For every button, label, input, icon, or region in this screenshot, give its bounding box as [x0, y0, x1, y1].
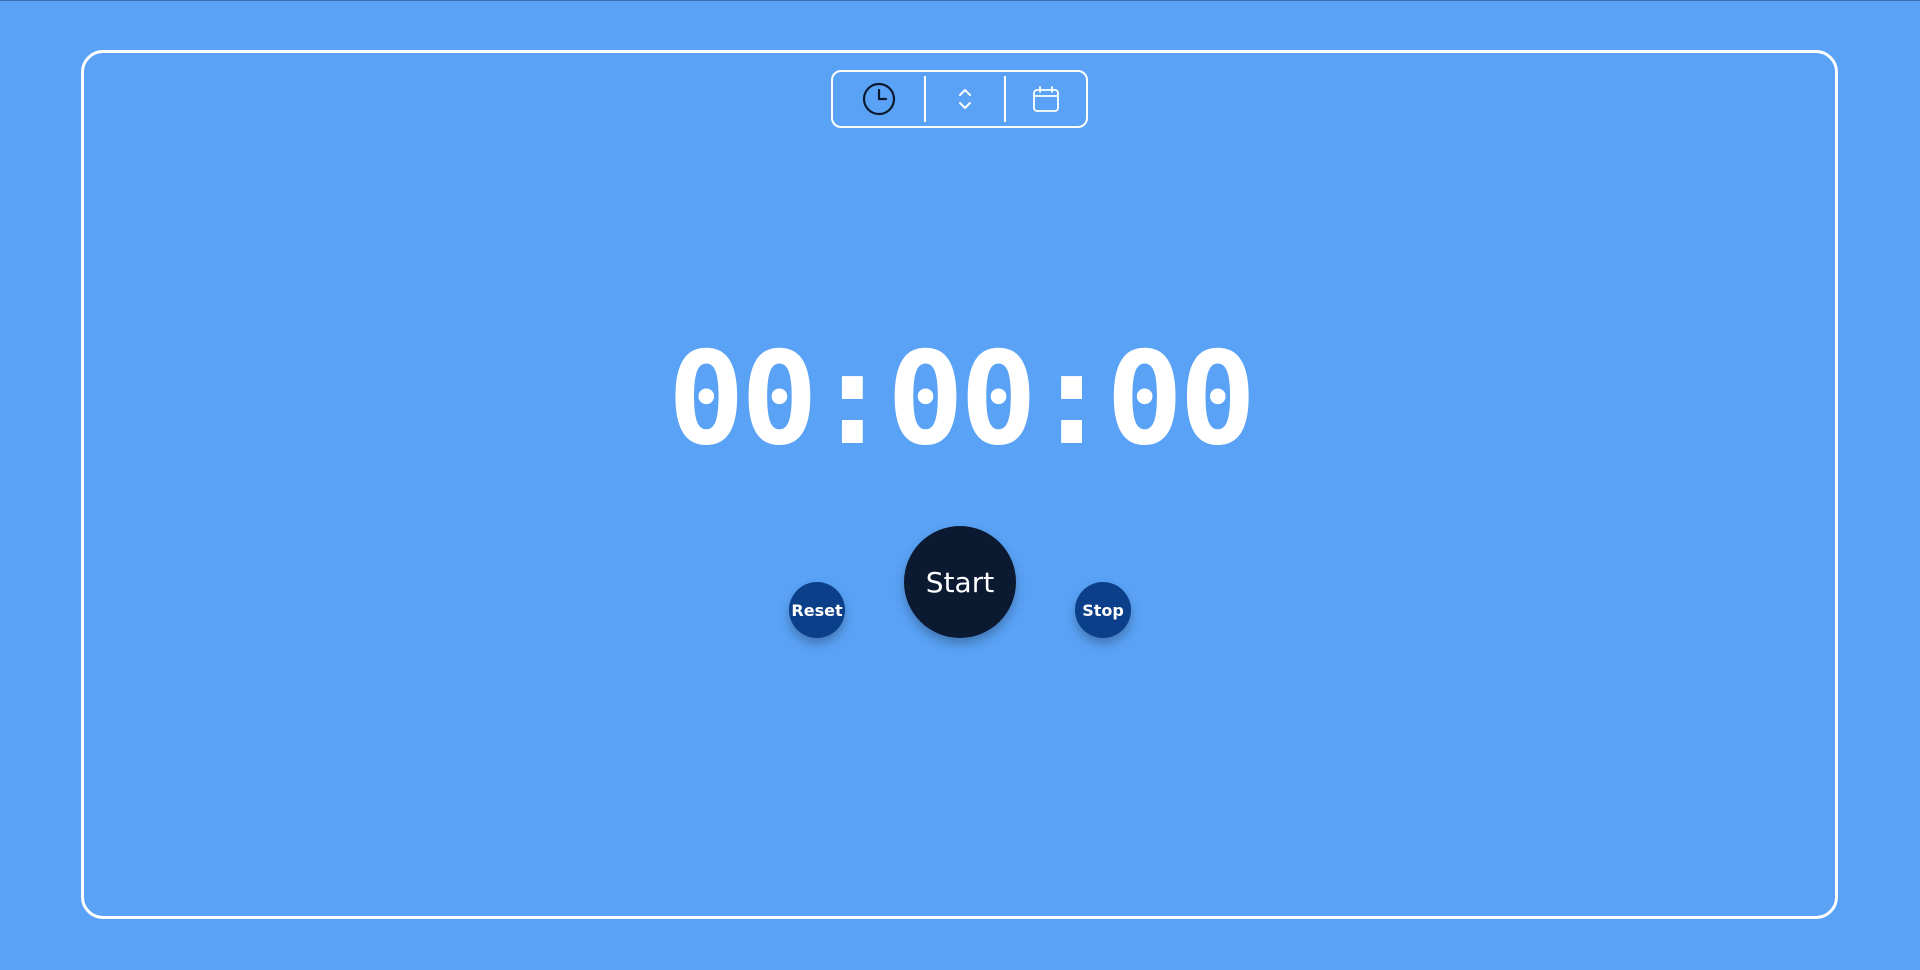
stop-button[interactable]: Stop [1075, 582, 1131, 638]
reset-button[interactable]: Reset [789, 582, 845, 638]
calendar-icon [1033, 86, 1059, 112]
mode-switcher [831, 70, 1088, 128]
tab-countdown[interactable] [926, 72, 1004, 126]
timer-frame [81, 50, 1838, 919]
clock-icon [862, 82, 895, 116]
start-button[interactable]: Start [904, 526, 1016, 638]
tab-clock[interactable] [833, 72, 924, 126]
timer-value: 00:00:00 [667, 325, 1256, 474]
top-edge-line [0, 0, 1920, 1]
timer-display: 00:00:00 [660, 330, 1260, 470]
tab-calendar[interactable] [1006, 72, 1086, 126]
chevron-up-down-icon [959, 89, 971, 109]
